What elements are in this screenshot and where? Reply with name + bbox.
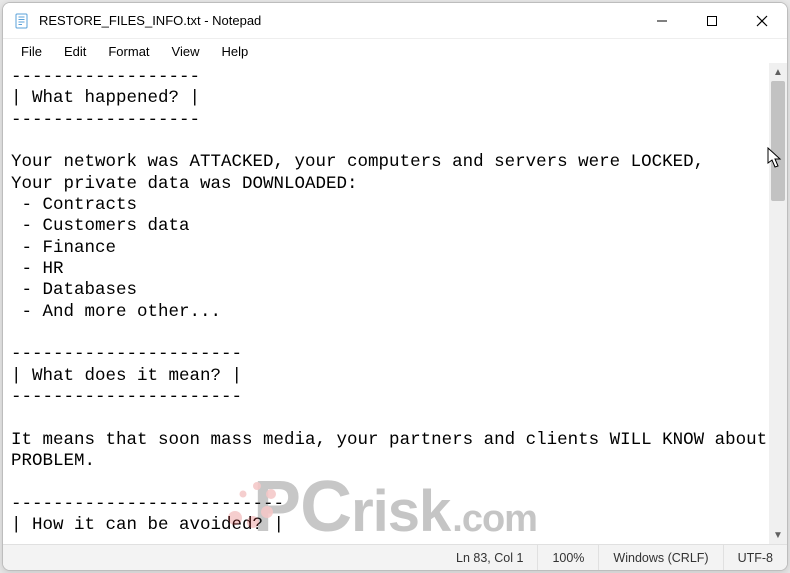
close-button[interactable] [737, 3, 787, 39]
statusbar: Ln 83, Col 1 100% Windows (CRLF) UTF-8 [3, 544, 787, 570]
status-position: Ln 83, Col 1 [442, 545, 537, 570]
maximize-icon [706, 15, 718, 27]
notepad-icon [13, 12, 31, 30]
minimize-icon [656, 15, 668, 27]
menu-help[interactable]: Help [211, 42, 258, 61]
menu-format[interactable]: Format [98, 42, 159, 61]
scroll-down-icon[interactable]: ▼ [769, 526, 787, 544]
vertical-scrollbar[interactable]: ▲ ▼ [769, 63, 787, 544]
menu-view[interactable]: View [162, 42, 210, 61]
text-area[interactable]: ------------------ | What happened? | --… [3, 63, 769, 544]
scrollbar-thumb[interactable] [771, 81, 785, 201]
menu-file[interactable]: File [11, 42, 52, 61]
status-lineending: Windows (CRLF) [598, 545, 722, 570]
notepad-window: RESTORE_FILES_INFO.txt - Notepad File Ed… [2, 2, 788, 571]
scroll-up-icon[interactable]: ▲ [769, 63, 787, 81]
minimize-button[interactable] [637, 3, 687, 39]
content-wrapper: ------------------ | What happened? | --… [3, 63, 787, 544]
menubar: File Edit Format View Help [3, 39, 787, 63]
close-icon [756, 15, 768, 27]
maximize-button[interactable] [687, 3, 737, 39]
titlebar[interactable]: RESTORE_FILES_INFO.txt - Notepad [3, 3, 787, 39]
window-title: RESTORE_FILES_INFO.txt - Notepad [39, 13, 637, 28]
menu-edit[interactable]: Edit [54, 42, 96, 61]
status-encoding: UTF-8 [723, 545, 787, 570]
status-zoom: 100% [537, 545, 598, 570]
